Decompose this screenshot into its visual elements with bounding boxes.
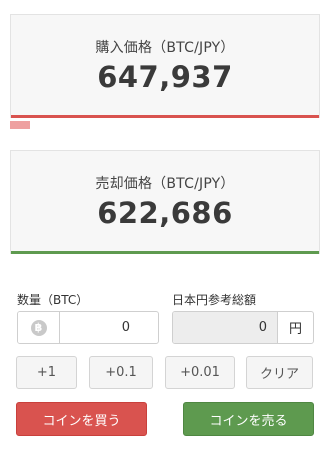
- sell-price-value: 622,686: [97, 196, 233, 230]
- buy-price-label: 購入価格（BTC/JPY）: [95, 40, 235, 56]
- add-1-button[interactable]: +1: [16, 356, 77, 389]
- sell-price-label: 売却価格（BTC/JPY）: [95, 176, 235, 192]
- clear-button[interactable]: クリア: [246, 356, 313, 389]
- sell-price-underline: [11, 251, 319, 254]
- jpy-total-input: [173, 312, 277, 343]
- buy-price-value: 647,937: [97, 60, 233, 94]
- buy-price-underline: [11, 115, 319, 118]
- yen-unit-label: 円: [277, 312, 313, 343]
- bitcoin-icon: ฿: [30, 319, 47, 336]
- jpy-total-label: 日本円参考総額: [172, 293, 257, 307]
- jpy-total-field: 円: [172, 311, 314, 344]
- sell-coin-button[interactable]: コインを売る: [183, 402, 314, 436]
- buy-price-card: 購入価格（BTC/JPY） 647,937: [10, 14, 320, 118]
- buy-coin-button[interactable]: コインを買う: [16, 402, 147, 436]
- quantity-addon: ฿: [18, 312, 60, 343]
- quantity-input[interactable]: [61, 312, 158, 343]
- add-0.01-button[interactable]: +0.01: [165, 356, 235, 389]
- add-0.1-button[interactable]: +0.1: [89, 356, 153, 389]
- quantity-field: ฿: [17, 311, 159, 344]
- sell-price-card: 売却価格（BTC/JPY） 622,686: [10, 150, 320, 254]
- spread-indicator: [10, 121, 30, 129]
- quantity-label: 数量（BTC）: [17, 293, 89, 307]
